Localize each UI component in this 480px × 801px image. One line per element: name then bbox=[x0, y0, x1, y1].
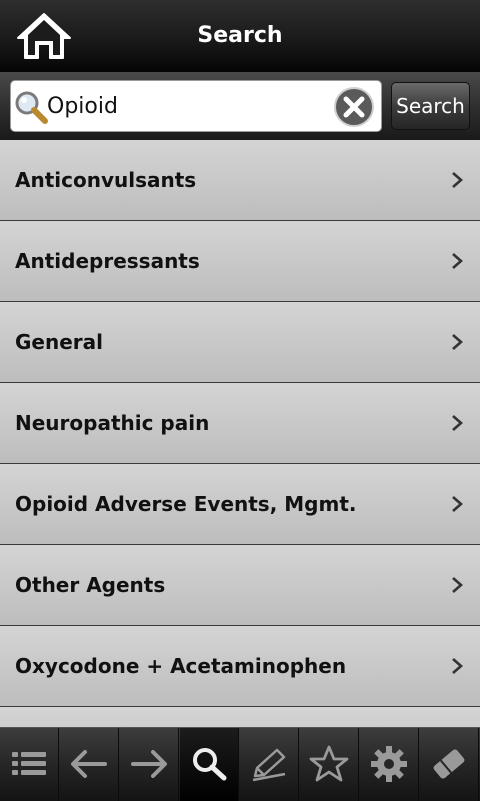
tab-edit[interactable] bbox=[240, 728, 299, 801]
tab-search[interactable] bbox=[180, 728, 239, 801]
chevron-right-icon bbox=[452, 172, 463, 188]
search-icon bbox=[193, 748, 227, 781]
title-bar: Search bbox=[0, 0, 480, 72]
list-item[interactable]: General bbox=[0, 302, 480, 383]
list-item-label: Antidepressants bbox=[15, 249, 200, 273]
list-icon bbox=[12, 752, 46, 775]
list-item-label: Opioid Adverse Events, Mgmt. bbox=[15, 492, 357, 516]
home-button[interactable] bbox=[14, 10, 74, 62]
bottom-toolbar bbox=[0, 727, 480, 801]
list-item[interactable]: Opioid Adverse Events, Mgmt. bbox=[0, 464, 480, 545]
result-list: Anticonvulsants Antidepressants General … bbox=[0, 140, 480, 727]
tab-settings[interactable] bbox=[360, 728, 419, 801]
chevron-right-icon bbox=[452, 253, 463, 269]
search-input[interactable]: Opioid bbox=[10, 80, 382, 132]
search-bar: Opioid Search bbox=[0, 72, 480, 140]
search-button[interactable]: Search bbox=[391, 82, 470, 130]
list-item[interactable]: Neuropathic pain bbox=[0, 383, 480, 464]
forward-arrow-icon bbox=[131, 750, 167, 778]
tab-favorites[interactable] bbox=[300, 728, 359, 801]
list-item-label: Other Agents bbox=[15, 573, 166, 597]
chevron-right-icon bbox=[452, 334, 463, 350]
star-icon bbox=[309, 745, 349, 782]
clear-icon[interactable] bbox=[333, 86, 375, 128]
tab-back[interactable] bbox=[60, 728, 119, 801]
list-item[interactable]: Anticonvulsants bbox=[0, 140, 480, 221]
edit-icon bbox=[252, 748, 286, 782]
tab-clear[interactable] bbox=[420, 728, 479, 801]
chevron-right-icon bbox=[452, 496, 463, 512]
home-icon bbox=[17, 13, 71, 59]
search-input-value: Opioid bbox=[47, 94, 118, 119]
tab-list[interactable] bbox=[0, 728, 59, 801]
list-item[interactable]: Other Agents bbox=[0, 545, 480, 626]
back-arrow-icon bbox=[71, 750, 107, 778]
list-item[interactable]: Antidepressants bbox=[0, 221, 480, 302]
magnifier-icon bbox=[15, 91, 48, 124]
list-item-label: Anticonvulsants bbox=[15, 168, 197, 192]
list-item[interactable] bbox=[0, 707, 480, 727]
chevron-right-icon bbox=[452, 415, 463, 431]
chevron-right-icon bbox=[452, 658, 463, 674]
chevron-right-icon bbox=[452, 577, 463, 593]
gear-icon bbox=[371, 746, 407, 782]
list-item[interactable]: Oxycodone + Acetaminophen bbox=[0, 626, 480, 707]
eraser-icon bbox=[433, 749, 465, 779]
tab-forward[interactable] bbox=[120, 728, 179, 801]
list-item-label: Neuropathic pain bbox=[15, 411, 210, 435]
list-item-label: Oxycodone + Acetaminophen bbox=[15, 654, 347, 678]
list-item-label: General bbox=[15, 330, 103, 354]
